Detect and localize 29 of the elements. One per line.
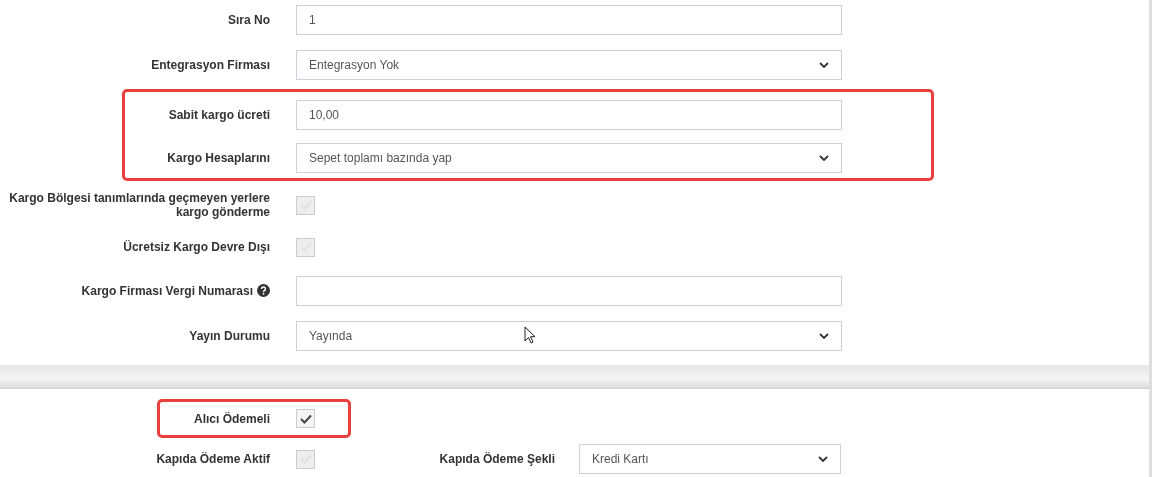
chevron-icon xyxy=(819,154,829,161)
text-field[interactable]: 10,00 xyxy=(296,99,842,130)
field-label: Kargo Bölgesi tanımlarında geçmeyen yerlere kargo gönderme xyxy=(8,191,270,219)
field-label: Yayın Durumu xyxy=(189,328,270,343)
field-label: Alıcı Ödemeli xyxy=(193,411,270,426)
select-field[interactable]: Sepet toplamı bazında yap xyxy=(296,142,842,173)
select-field[interactable]: Kredi Kartı xyxy=(579,444,841,474)
field-label: Kargo Hesaplarını xyxy=(167,150,270,165)
checkbox[interactable] xyxy=(296,449,315,469)
mouse-cursor-icon xyxy=(524,326,536,344)
select-field[interactable]: Yayında xyxy=(296,320,842,351)
chevron-icon xyxy=(819,332,829,339)
help-icon[interactable] xyxy=(257,284,270,297)
chevron-icon xyxy=(818,456,828,462)
text-field[interactable]: 1 xyxy=(296,4,842,35)
field-label: Kargo Firması Vergi Numarası xyxy=(81,283,253,298)
field-label: Sabit kargo ücreti xyxy=(168,107,270,122)
text-field[interactable] xyxy=(296,275,842,306)
checkbox[interactable] xyxy=(296,195,315,215)
check-icon xyxy=(299,413,312,424)
field-label: Ücretsiz Kargo Devre Dışı xyxy=(123,240,270,254)
field-label: Kapıda Ödeme Şekli xyxy=(438,452,555,466)
chevron-icon xyxy=(819,61,829,68)
field-label: Sıra No xyxy=(228,12,270,27)
field-label: Kapıda Ödeme Aktif xyxy=(156,452,270,466)
select-field[interactable]: Entegrasyon Yok xyxy=(296,49,842,80)
checkbox[interactable] xyxy=(296,237,315,257)
checkbox[interactable] xyxy=(296,409,315,428)
field-label: Entegrasyon Firması xyxy=(151,57,270,72)
